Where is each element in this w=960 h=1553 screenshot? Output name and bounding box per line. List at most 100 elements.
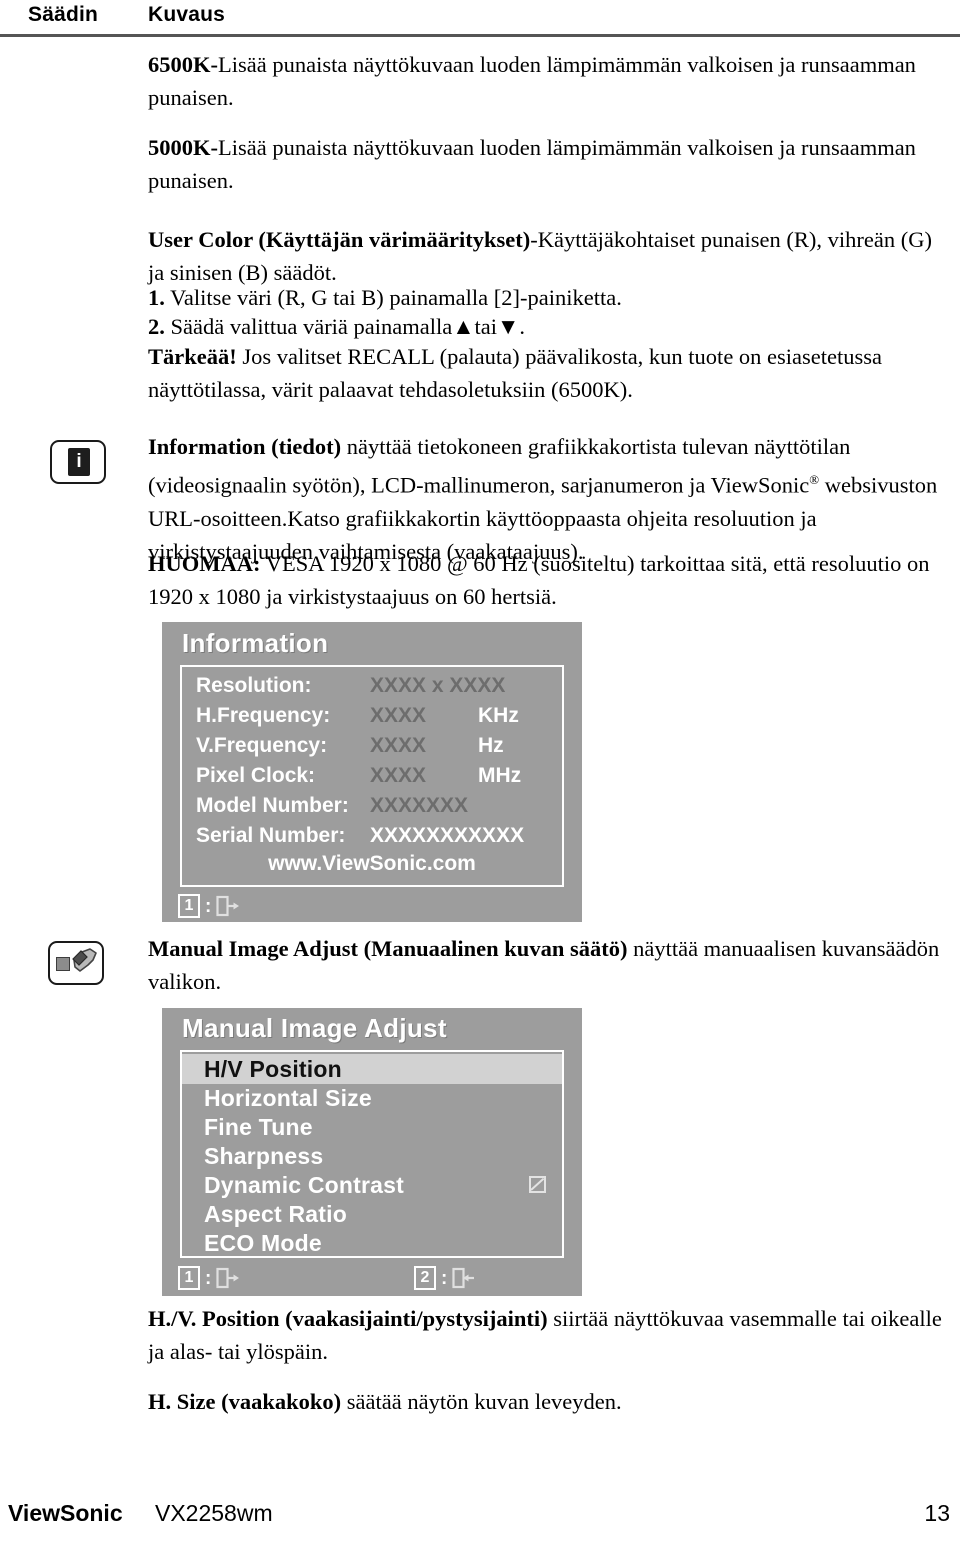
- header-column-saadin: Säädin: [28, 3, 99, 26]
- label-user-color: User Color (Käyttäjän värimääritykset): [148, 227, 531, 252]
- menu-item-label: Horizontal Size: [204, 1085, 372, 1111]
- label-hv-position: H./V. Position (vaakasijainti/pystysijai…: [148, 1306, 548, 1331]
- label-5000k: 5000K-: [148, 135, 218, 160]
- footer-colon: :: [205, 1267, 212, 1289]
- osd-row-resolution: Resolution: XXXX x XXXX: [182, 670, 562, 702]
- header-column-kuvaus: Kuvaus: [148, 3, 226, 26]
- osd-row-modelnumber: Model Number: XXXXXXX: [182, 790, 562, 822]
- osd-manual-menu-list: H/V Position Horizontal Size Fine Tune S…: [180, 1050, 564, 1258]
- osd-label-pixelclock: Pixel Clock:: [196, 764, 316, 787]
- menu-item-label: ECO Mode: [204, 1230, 322, 1256]
- info-icon-square: i: [68, 448, 90, 476]
- osd-label-hfrequency: H.Frequency:: [196, 704, 331, 727]
- text-h-size: säätää näytön kuvan leveyden.: [341, 1389, 622, 1414]
- text-huomaa: VESA 1920 x 1080 @ 60 Hz (suositeltu) ta…: [148, 551, 930, 609]
- menu-item-label: Fine Tune: [204, 1114, 313, 1140]
- osd-unit-hfrequency: KHz: [478, 704, 519, 727]
- osd-value-vfrequency: XXXX: [370, 734, 427, 757]
- footer-colon: :: [205, 895, 212, 917]
- key-1-badge[interactable]: 1: [178, 894, 200, 918]
- paragraph-6500k: 6500K-Lisää punaista näyttökuvaan luoden…: [148, 48, 948, 114]
- menu-item-fine-tune[interactable]: Fine Tune: [182, 1112, 562, 1142]
- label-h-size: H. Size (vaakakoko): [148, 1389, 342, 1414]
- step-2-tai: tai: [474, 314, 498, 339]
- step-2-number: 2.: [148, 314, 165, 339]
- key-2-badge[interactable]: 2: [414, 1266, 436, 1290]
- osd-manual-footer-key2: 2 :: [414, 1266, 476, 1290]
- osd-manual-footer-key1: 1 :: [178, 1266, 240, 1290]
- menu-item-label: Aspect Ratio: [204, 1201, 347, 1227]
- registered-mark-icon: ®: [809, 472, 820, 487]
- menu-item-label: Dynamic Contrast: [204, 1172, 405, 1198]
- paragraph-tarkeaa: Tärkeää! Jos valitset RECALL (palauta) p…: [148, 340, 948, 406]
- osd-information-panel: Information Resolution: XXXX x XXXX H.Fr…: [162, 622, 582, 922]
- text-tarkeaa: Jos valitset RECALL (palauta) päävalikos…: [148, 344, 883, 402]
- osd-information-body: Resolution: XXXX x XXXX H.Frequency: XXX…: [180, 665, 564, 887]
- osd-value-serialnumber: XXXXXXXXXXX: [370, 824, 525, 847]
- menu-item-dynamic-contrast[interactable]: Dynamic Contrast: [182, 1170, 562, 1200]
- osd-manual-title: Manual Image Adjust: [182, 1013, 447, 1043]
- menu-item-label: H/V Position: [204, 1056, 342, 1082]
- step-1-number: 1.: [148, 285, 165, 310]
- paragraph-5000k: 5000K-Lisää punaista näyttökuvaan luoden…: [148, 131, 948, 197]
- info-icon-letter: i: [76, 451, 82, 472]
- osd-row-pixelclock: Pixel Clock: XXXX MHz: [182, 760, 562, 792]
- osd-value-resolution: XXXX x XXXX: [370, 674, 506, 697]
- label-information: Information (tiedot): [148, 434, 342, 459]
- text-5000k: Lisää punaista näyttökuvaan luoden lämpi…: [148, 135, 916, 193]
- osd-row-hfrequency: H.Frequency: XXXX KHz: [182, 700, 562, 732]
- osd-value-modelnumber: XXXXXXX: [370, 794, 469, 817]
- menu-item-eco-mode[interactable]: ECO Mode: [182, 1228, 562, 1258]
- footer-page-number: 13: [924, 1500, 950, 1526]
- osd-row-serialnumber: Serial Number: XXXXXXXXXXX: [182, 820, 562, 852]
- osd-label-modelnumber: Model Number:: [196, 794, 349, 817]
- osd-unit-pixelclock: MHz: [478, 764, 522, 787]
- osd-information-footer: 1 :: [178, 894, 240, 918]
- page-header: Säädin Kuvaus: [0, 0, 960, 40]
- label-manual-image-adjust: Manual Image Adjust (Manuaalinen kuvan s…: [148, 936, 628, 961]
- osd-url-viewsonic: www.ViewSonic.com: [268, 852, 476, 875]
- exit-icon: [216, 1267, 240, 1289]
- paragraph-user-color: User Color (Käyttäjän värimääritykset)-K…: [148, 223, 948, 289]
- up-arrow-icon: ▲: [452, 314, 475, 339]
- footer-brand: ViewSonic: [8, 1500, 123, 1526]
- paragraph-h-size: H. Size (vaakakoko) säätää näytön kuvan …: [148, 1385, 948, 1418]
- osd-information-title: Information: [182, 628, 329, 658]
- osd-value-hfrequency: XXXX: [370, 704, 427, 727]
- menu-item-aspect-ratio[interactable]: Aspect Ratio: [182, 1199, 562, 1229]
- label-6500k: 6500K-: [148, 52, 218, 77]
- down-arrow-icon: ▼: [497, 314, 520, 339]
- text-6500k: Lisää punaista näyttökuvaan luoden lämpi…: [148, 52, 916, 110]
- step-2: 2. Säädä valittua väriä painamalla▲tai▼.: [148, 310, 948, 343]
- wrench-icon-body: [72, 948, 97, 972]
- osd-label-serialnumber: Serial Number:: [196, 824, 346, 847]
- footer-colon: :: [441, 1267, 448, 1289]
- menu-item-sharpness[interactable]: Sharpness: [182, 1141, 562, 1171]
- osd-manual-image-adjust-panel: Manual Image Adjust H/V Position Horizon…: [162, 1008, 582, 1296]
- info-icon: i: [50, 440, 106, 484]
- osd-label-resolution: Resolution:: [196, 674, 312, 697]
- step-1-text: Valitse väri (R, G tai B) painamalla [2]…: [170, 285, 622, 310]
- exit-icon: [216, 895, 240, 917]
- enter-icon: [452, 1267, 475, 1289]
- label-huomaa: HUOMAA:: [148, 551, 261, 576]
- footer-model: VX2258wm: [155, 1500, 273, 1526]
- wrench-icon: [48, 941, 104, 985]
- header-divider: [0, 34, 960, 37]
- osd-label-vfrequency: V.Frequency:: [196, 734, 328, 757]
- menu-item-hv-position[interactable]: H/V Position: [182, 1054, 562, 1084]
- paragraph-huomaa: HUOMAA: VESA 1920 x 1080 @ 60 Hz (suosit…: [148, 547, 948, 613]
- step-2-period: .: [519, 314, 525, 339]
- menu-item-horizontal-size[interactable]: Horizontal Size: [182, 1083, 562, 1113]
- label-tarkeaa: Tärkeää!: [148, 344, 237, 369]
- step-2-text: Säädä valittua väriä painamalla: [170, 314, 453, 339]
- osd-value-pixelclock: XXXX: [370, 764, 427, 787]
- page-footer: ViewSonic VX2258wm 13: [0, 1500, 960, 1540]
- menu-item-label: Sharpness: [204, 1143, 324, 1169]
- paragraph-manual-image-adjust: Manual Image Adjust (Manuaalinen kuvan s…: [148, 932, 948, 998]
- paragraph-hv-position: H./V. Position (vaakasijainti/pystysijai…: [148, 1302, 948, 1368]
- osd-unit-vfrequency: Hz: [478, 734, 504, 757]
- key-1-badge[interactable]: 1: [178, 1266, 200, 1290]
- checkbox-icon[interactable]: [529, 1176, 546, 1193]
- osd-row-vfrequency: V.Frequency: XXXX Hz: [182, 730, 562, 762]
